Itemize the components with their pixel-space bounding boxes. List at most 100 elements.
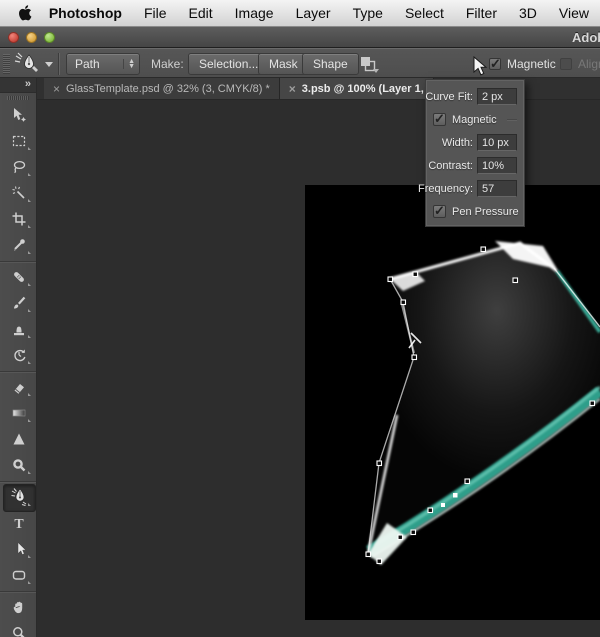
pen-tool[interactable] [0,484,37,510]
subtool-triangle-icon [28,309,31,312]
type-tool-icon: T [11,515,27,531]
contrast-input[interactable] [477,157,517,174]
crop-tool-icon [11,211,27,227]
tools-panel-grip[interactable] [0,93,36,102]
path-operations-icon[interactable] [356,53,380,75]
shape-tool-icon [11,567,27,583]
blur-tool[interactable] [0,426,37,452]
move-tool[interactable] [0,102,37,128]
menu-item-image[interactable]: Image [224,0,285,27]
subtool-triangle-icon [28,283,31,286]
align-edges-label: Align E [578,57,600,71]
width-input[interactable] [477,134,517,151]
window-title-bar[interactable]: Adob [0,27,600,48]
menu-item-3d[interactable]: 3D [508,0,548,27]
make-label: Make: [151,53,184,75]
document-canvas[interactable] [305,185,600,620]
chevron-down-icon[interactable] [45,53,53,75]
minimize-window-button[interactable] [26,32,37,43]
menu-item-file[interactable]: File [133,0,178,27]
eraser-tool[interactable] [0,374,37,400]
width-label: Width: [442,137,473,149]
eyedropper-tool[interactable] [0,232,37,258]
panel-row-magnetic: Magnetic [426,108,524,131]
checkbox-disabled-icon [560,58,572,70]
svg-text:T: T [14,517,24,531]
subtool-triangle-icon [28,419,31,422]
dodge-tool[interactable] [0,452,37,478]
make-shape-button[interactable]: Shape [302,53,359,75]
checkbox-checked-icon[interactable] [489,58,501,70]
subtool-triangle-icon [28,335,31,338]
magnetic-checkbox-label: Magnetic [507,57,556,71]
panel-rule [507,119,517,120]
magnetic-label: Magnetic [452,114,497,126]
magnetic-checkbox[interactable]: Magnetic [489,53,556,75]
menu-item-filter[interactable]: Filter [455,0,508,27]
magnetic-pen-icon[interactable] [13,53,41,75]
blur-tool-icon [11,431,27,447]
pen-pressure-label: Pen Pressure [452,206,519,218]
subtool-triangle-icon [28,147,31,150]
magic-wand-tool-icon [11,185,27,201]
tools-list: T [0,102,36,637]
pen-pressure-checkbox[interactable] [433,205,446,218]
lasso-tool-icon [11,159,27,175]
zoom-tool[interactable] [0,620,37,637]
type-tool[interactable]: T [0,510,37,536]
eraser-tool-icon [11,379,27,395]
marquee-tool[interactable] [0,128,37,154]
tab-close-icon[interactable]: × [53,82,60,96]
zoom-tool-icon [11,625,27,637]
zoom-window-button[interactable] [44,32,55,43]
frequency-label: Frequency: [418,183,473,195]
menu-item-edit[interactable]: Edit [178,0,224,27]
clone-stamp-tool-icon [11,321,27,337]
options-bar-grip[interactable] [3,54,10,74]
magnetic-checkbox[interactable] [433,113,446,126]
align-edges-checkbox: Align E [560,53,600,75]
contrast-label: Contrast: [428,160,473,172]
subtool-triangle-icon [28,225,31,228]
crop-tool[interactable] [0,206,37,232]
tab-close-icon[interactable]: × [289,82,296,96]
hand-tool-icon [11,599,27,615]
gradient-tool-icon [11,405,27,421]
document-tab-2[interactable]: ×3.psb @ 100% (Layer 1, [280,78,434,99]
double-chevron-icon[interactable]: » [0,78,36,93]
mouse-cursor-icon [473,56,488,82]
panel-row-width: Width: [426,131,524,154]
history-brush-tool-icon [11,347,27,363]
clone-stamp-tool[interactable] [0,316,37,342]
history-brush-tool[interactable] [0,342,37,368]
apple-logo-icon[interactable] [12,5,38,21]
subtool-triangle-icon [28,581,31,584]
document-tab-1[interactable]: ×GlassTemplate.psd @ 32% (3, CMYK/8) * [44,78,280,99]
shape-tool[interactable] [0,562,37,588]
frequency-input[interactable] [477,180,517,197]
brush-tool[interactable] [0,290,37,316]
magic-wand-tool[interactable] [0,180,37,206]
window-title: Adob [572,30,600,45]
close-window-button[interactable] [8,32,19,43]
select-stepper-icon: ▲▼ [123,59,135,69]
healing-brush-tool[interactable] [0,264,37,290]
path-selection-tool[interactable] [0,536,37,562]
subtool-triangle-icon [28,555,31,558]
menu-item-view[interactable]: View [548,0,600,27]
healing-brush-tool-icon [11,269,27,285]
menu-item-type[interactable]: Type [342,0,394,27]
menu-item-select[interactable]: Select [394,0,455,27]
gradient-tool[interactable] [0,400,37,426]
curve-fit-input[interactable] [477,88,517,105]
pick-tool-mode-select[interactable]: Path ▲▼ [66,53,140,75]
subtool-triangle-icon [28,173,31,176]
panel-row-frequency: Frequency: [426,177,524,200]
menu-item-photoshop[interactable]: Photoshop [38,0,133,27]
subtool-triangle-icon [28,503,31,506]
tools-panel: » T [0,78,37,637]
menu-item-layer[interactable]: Layer [285,0,342,27]
lasso-tool[interactable] [0,154,37,180]
hand-tool[interactable] [0,594,37,620]
brush-tool-icon [11,295,27,311]
